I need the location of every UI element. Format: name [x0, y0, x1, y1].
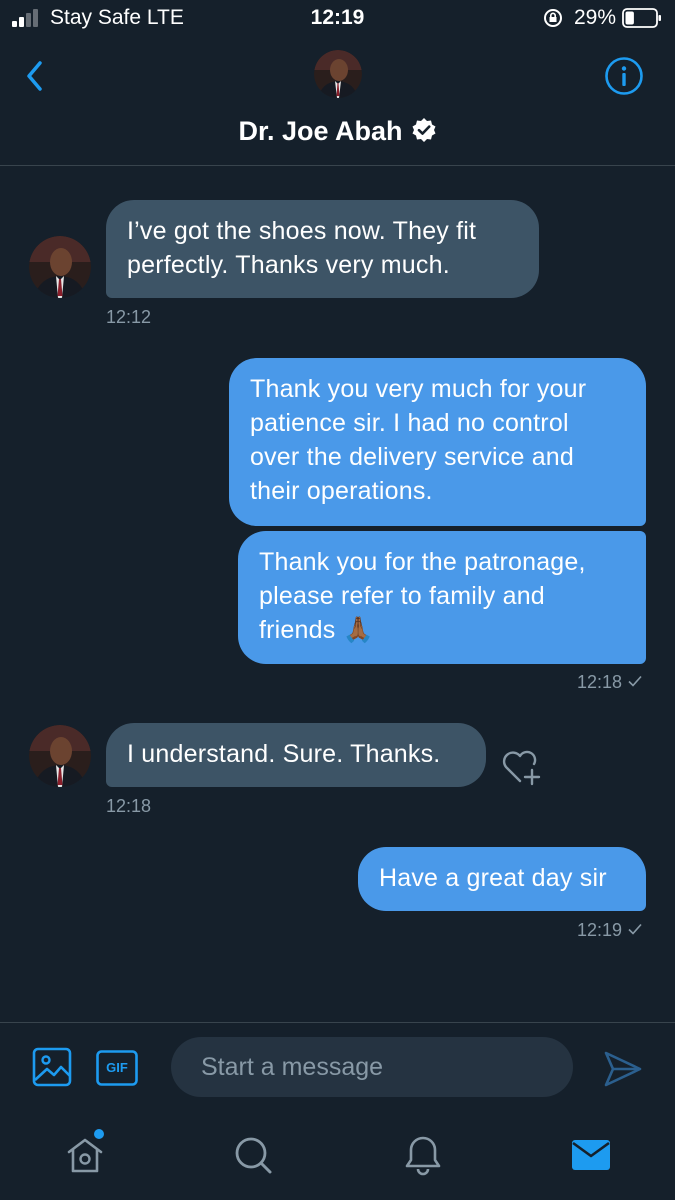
message-timestamp: 12:18 [106, 796, 152, 816]
verified-badge-icon [412, 118, 436, 142]
message-line: patience sir. I had no control [250, 409, 569, 437]
sent-check-icon [628, 675, 642, 687]
back-arrow-icon[interactable] [22, 58, 48, 94]
message-line: perfectly. Thanks very much. [127, 251, 450, 279]
message-line: Have a great day sir [379, 864, 607, 892]
message-bubble-outgoing[interactable]: Thank you very much for your patience si… [229, 358, 646, 526]
battery-percentage: 29% [574, 6, 617, 29]
contact-avatar[interactable] [314, 50, 362, 98]
message-timestamp: 12:19 [440, 920, 643, 941]
message-input[interactable]: Start a message [171, 1037, 573, 1097]
message-bubble-outgoing[interactable]: Have a great day sir [358, 847, 646, 911]
sender-avatar[interactable] [29, 236, 91, 298]
sender-avatar[interactable] [29, 725, 91, 787]
sent-check-icon [628, 923, 642, 935]
add-reaction-icon[interactable] [500, 747, 542, 787]
gif-label: GIF [106, 1060, 128, 1075]
contact-name-text: Dr. Joe Abah [238, 116, 403, 146]
home-icon[interactable] [63, 1133, 107, 1177]
status-bar: Stay Safe LTE 12:19 29% [0, 0, 675, 40]
message-time: 12:18 [576, 672, 622, 692]
orientation-lock-icon [544, 9, 562, 27]
message-line: I understand. Sure. Thanks. [127, 740, 441, 768]
message-bubble-incoming[interactable]: I understand. Sure. Thanks. [106, 723, 486, 787]
notifications-icon[interactable] [401, 1133, 445, 1177]
message-line: I’ve got the shoes now. They fit [127, 217, 477, 245]
conversation-header: Dr. Joe Abah [0, 40, 675, 166]
message-bubble-incoming[interactable]: I’ve got the shoes now. They fit perfect… [106, 200, 539, 298]
message-line: friends 🙏🏾 [259, 616, 374, 644]
contact-name[interactable]: Dr. Joe Abah [0, 116, 675, 147]
info-icon[interactable] [604, 56, 644, 96]
image-icon[interactable] [32, 1047, 72, 1087]
message-timestamp: 12:12 [106, 307, 152, 327]
battery-icon [622, 8, 661, 28]
gif-icon[interactable]: GIF [96, 1050, 138, 1086]
message-composer: GIF Start a message [0, 1022, 675, 1118]
message-line: Thank you very much for your [250, 375, 587, 403]
bottom-tab-bar [0, 1117, 675, 1200]
home-notification-dot [94, 1129, 104, 1139]
search-icon[interactable] [231, 1133, 275, 1177]
message-timestamp: 12:18 [440, 672, 643, 693]
send-icon[interactable] [602, 1049, 644, 1089]
message-time: 12:19 [576, 920, 622, 940]
message-line: their operations. [250, 477, 433, 505]
messages-icon[interactable] [569, 1133, 613, 1177]
message-bubble-outgoing[interactable]: Thank you for the patronage, please refe… [238, 531, 646, 664]
message-line: Thank you for the patronage, [259, 548, 586, 576]
message-line: please refer to family and [259, 582, 545, 610]
message-line: over the delivery service and [250, 443, 575, 471]
